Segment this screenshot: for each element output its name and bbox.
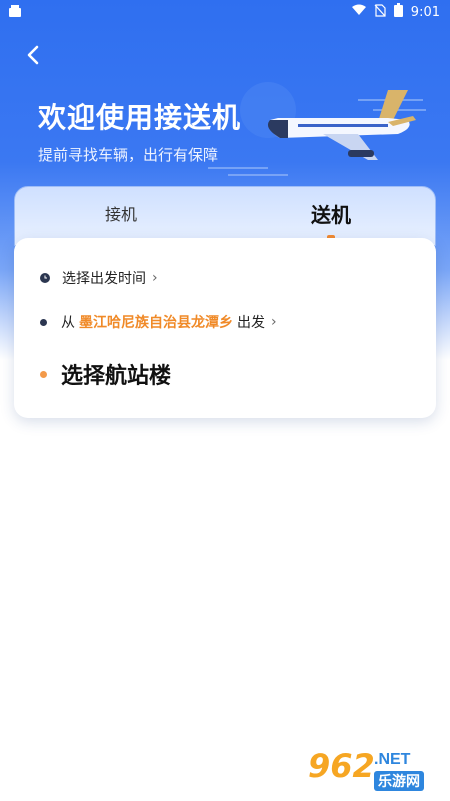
wifi-icon bbox=[351, 4, 366, 20]
clock-icon bbox=[40, 273, 50, 283]
from-prefix: 从 bbox=[61, 315, 75, 331]
chevron-right-icon: › bbox=[271, 314, 277, 330]
terminal-dot-icon bbox=[40, 370, 47, 378]
airplane-illustration bbox=[208, 82, 426, 176]
site-watermark: 962 .NET 乐游网 bbox=[302, 747, 442, 795]
from-suffix: 出发 bbox=[237, 315, 265, 331]
terminal-selector[interactable]: 选择航站楼 bbox=[40, 358, 171, 390]
booking-card: 选择出发时间 › 从 墨江哈尼族自治县龙潭乡 出发 › 选择航站楼 bbox=[14, 238, 436, 418]
status-time: 9:01 bbox=[410, 4, 440, 20]
location-dot-icon bbox=[40, 318, 47, 326]
notification-icon bbox=[8, 4, 22, 22]
watermark-net: .NET bbox=[374, 751, 411, 768]
back-button[interactable] bbox=[18, 40, 48, 70]
status-bar: 9:01 bbox=[0, 0, 450, 24]
departure-time-selector[interactable]: 选择出发时间 › bbox=[40, 268, 158, 288]
chevron-left-icon bbox=[27, 45, 39, 65]
tab-dropoff[interactable]: 送机 bbox=[311, 199, 351, 228]
tab-pickup[interactable]: 接机 bbox=[105, 201, 137, 225]
watermark-cn: 乐游网 bbox=[374, 771, 424, 791]
tab-bar: 接机 送机 bbox=[14, 186, 436, 246]
battery-icon bbox=[393, 3, 403, 21]
watermark-number: 962 bbox=[308, 747, 375, 785]
departure-location-selector[interactable]: 从 墨江哈尼族自治县龙潭乡 出发 › bbox=[40, 312, 277, 332]
chevron-right-icon: › bbox=[152, 270, 158, 286]
departure-time-label: 选择出发时间 bbox=[62, 271, 146, 287]
no-sim-icon bbox=[374, 3, 386, 21]
terminal-label: 选择航站楼 bbox=[61, 364, 172, 389]
page-subtitle: 提前寻找车辆，出行有保障 bbox=[38, 146, 219, 164]
origin-location: 墨江哈尼族自治县龙潭乡 bbox=[79, 315, 233, 331]
